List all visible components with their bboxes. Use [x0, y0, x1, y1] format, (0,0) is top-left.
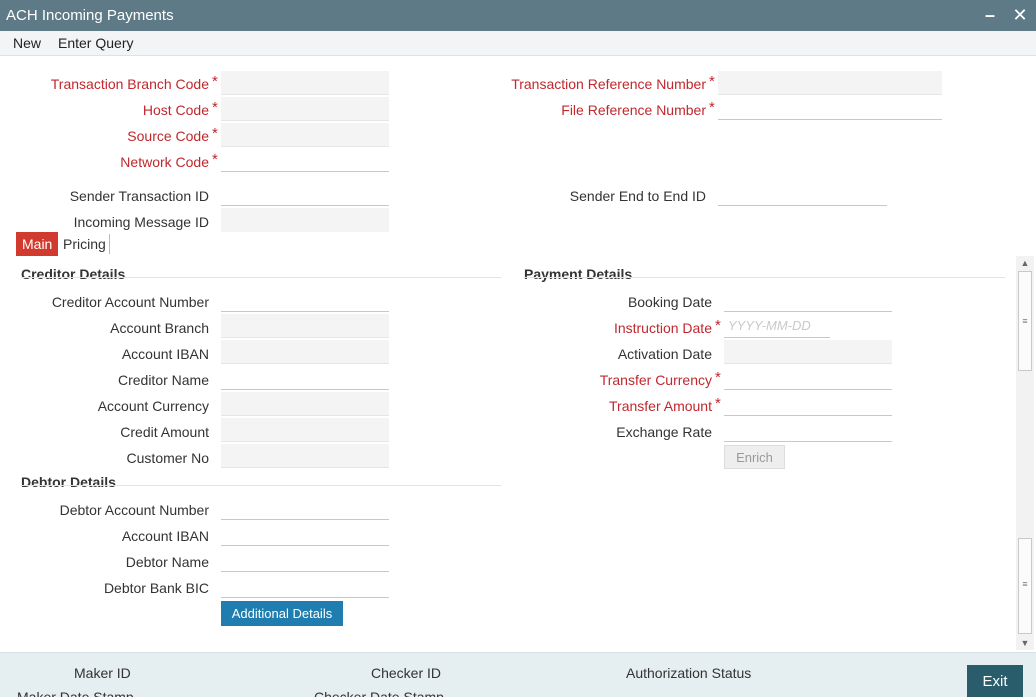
debtor-details-heading: Debtor Details [21, 474, 116, 490]
maker-date-stamp-label: Maker Date Stamp [17, 689, 134, 697]
account-branch-label: Account Branch [110, 320, 209, 336]
incoming-message-id-label: Incoming Message ID [73, 214, 209, 230]
tab-pricing[interactable]: Pricing [57, 232, 112, 256]
required-marker: * [715, 317, 721, 334]
checker-date-stamp-label: Checker Date Stamp [314, 689, 444, 697]
transaction-reference-number-field[interactable] [718, 71, 942, 95]
section-divider [524, 277, 1005, 278]
creditor-account-iban-label: Account IBAN [121, 346, 209, 362]
required-marker: * [715, 369, 721, 386]
account-currency-field[interactable] [221, 392, 389, 416]
creditor-account-number-field[interactable] [221, 288, 389, 312]
debtor-bank-bic-label: Debtor Bank BIC [103, 580, 209, 596]
transaction-branch-code-field[interactable] [221, 71, 389, 95]
scroll-up-icon[interactable]: ▲ [1016, 256, 1034, 270]
transfer-currency-label: Transfer Currency [599, 372, 712, 388]
debtor-bank-bic-field[interactable] [221, 574, 389, 598]
required-marker: * [212, 73, 218, 90]
vertical-scrollbar[interactable]: ▲ ≡ ≡ ▼ [1016, 256, 1034, 650]
debtor-name-label: Debtor Name [125, 554, 209, 570]
maker-id-label: Maker ID [74, 665, 131, 681]
grip-icon: ≡ [1022, 579, 1028, 589]
enrich-button[interactable]: Enrich [724, 445, 785, 469]
window-title: ACH Incoming Payments [6, 7, 174, 24]
transaction-reference-number-label: Transaction Reference Number [511, 76, 706, 92]
instruction-date-label: Instruction Date [613, 320, 712, 336]
creditor-account-number-label: Creditor Account Number [51, 294, 209, 310]
required-marker: * [709, 99, 715, 116]
file-reference-number-field[interactable] [718, 96, 942, 120]
creditor-account-iban-field[interactable] [221, 340, 389, 364]
required-marker: * [709, 73, 715, 90]
incoming-message-id-field[interactable] [221, 208, 389, 232]
debtor-account-number-field[interactable] [221, 496, 389, 520]
source-code-label: Source Code [127, 128, 209, 144]
creditor-details-heading: Creditor Details [21, 266, 126, 282]
section-divider [21, 277, 501, 278]
menu-new[interactable]: New [13, 35, 41, 51]
transfer-amount-label: Transfer Amount [609, 398, 712, 414]
transfer-amount-field[interactable] [724, 392, 892, 416]
tab-divider [109, 234, 110, 254]
tab-main[interactable]: Main [16, 232, 59, 256]
account-currency-label: Account Currency [97, 398, 209, 414]
debtor-account-iban-field[interactable] [221, 522, 389, 546]
debtor-name-field[interactable] [221, 548, 389, 572]
section-divider [21, 485, 501, 486]
debtor-account-iban-label: Account IBAN [121, 528, 209, 544]
checker-id-label: Checker ID [371, 665, 442, 681]
creditor-name-field[interactable] [221, 366, 389, 390]
file-reference-number-label: File Reference Number [561, 102, 706, 118]
account-branch-field[interactable] [221, 314, 389, 338]
sender-transaction-id-field[interactable] [221, 182, 389, 206]
payment-details-heading: Payment Details [524, 266, 633, 282]
menubar: New Enter Query [0, 31, 1036, 56]
transaction-branch-code-label: Transaction Branch Code [50, 76, 209, 92]
credit-amount-label: Credit Amount [120, 424, 209, 440]
creditor-name-label: Creditor Name [117, 372, 209, 388]
menu-enter-query[interactable]: Enter Query [58, 35, 133, 51]
authorization-status-label: Authorization Status [626, 665, 752, 681]
host-code-field[interactable] [221, 97, 389, 121]
activation-date-field[interactable] [724, 340, 892, 364]
source-code-field[interactable] [221, 123, 389, 147]
exchange-rate-label: Exchange Rate [616, 424, 712, 440]
booking-date-label: Booking Date [627, 294, 712, 310]
customer-no-field[interactable] [221, 444, 389, 468]
minimize-icon[interactable]: – [981, 4, 999, 26]
required-marker: * [212, 99, 218, 116]
credit-amount-field[interactable] [221, 418, 389, 442]
activation-date-label: Activation Date [617, 346, 712, 362]
network-code-field[interactable] [221, 148, 389, 172]
sender-end-to-end-id-field[interactable] [718, 182, 887, 206]
sender-transaction-id-label: Sender Transaction ID [69, 188, 209, 204]
transfer-currency-field[interactable] [724, 366, 892, 390]
required-marker: * [212, 151, 218, 168]
instruction-date-field[interactable] [724, 314, 830, 338]
exit-button[interactable]: Exit [967, 665, 1023, 697]
host-code-label: Host Code [142, 102, 209, 118]
scroll-down-icon[interactable]: ▼ [1016, 636, 1034, 650]
close-icon[interactable]: ✕ [1011, 4, 1029, 26]
customer-no-label: Customer No [126, 450, 209, 466]
grip-icon: ≡ [1022, 316, 1028, 326]
booking-date-field[interactable] [724, 288, 892, 312]
required-marker: * [212, 125, 218, 142]
exchange-rate-field[interactable] [724, 418, 892, 442]
audit-footer: Maker ID Checker ID Authorization Status… [0, 652, 1036, 697]
scroll-thumb[interactable]: ≡ [1018, 271, 1032, 371]
network-code-label: Network Code [120, 154, 209, 170]
debtor-account-number-label: Debtor Account Number [59, 502, 209, 518]
window-titlebar: ACH Incoming Payments – ✕ [0, 0, 1036, 31]
scroll-thumb-lower[interactable]: ≡ [1018, 538, 1032, 634]
sender-end-to-end-id-label: Sender End to End ID [569, 188, 706, 204]
required-marker: * [715, 395, 721, 412]
additional-details-button[interactable]: Additional Details [221, 601, 343, 626]
